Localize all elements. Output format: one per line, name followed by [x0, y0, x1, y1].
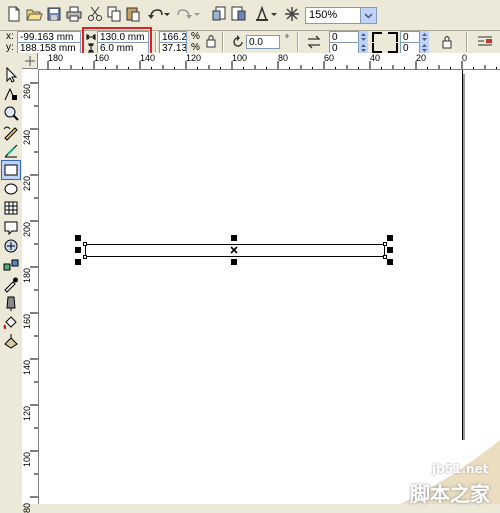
rotate-icon: [231, 35, 245, 49]
center-marker-icon[interactable]: [230, 246, 238, 254]
watermark-site: jb51.net: [432, 462, 489, 476]
corner-bottom-right-icon: [388, 43, 398, 53]
watermark-corner: jb51.net 脚本之家: [380, 440, 500, 506]
selection-handle-middle-right[interactable]: [387, 247, 393, 253]
hruler-label: 140: [140, 53, 156, 63]
watermark-text: 脚本之家: [410, 482, 490, 506]
zoom-level-select[interactable]: 150%: [305, 7, 377, 24]
cut-icon[interactable]: [85, 4, 105, 24]
export-icon[interactable]: [229, 4, 249, 24]
vruler-label: 200: [22, 221, 32, 237]
horizontal-ruler[interactable]: 180 160 140 120 100 80 60 40 20 0: [38, 53, 500, 70]
standard-toolbar: 150%: [0, 0, 500, 31]
selection-handle-top-right[interactable]: [387, 235, 393, 241]
vertical-ruler[interactable]: 260 240 220 200 180 160 140 120 100 80: [22, 69, 39, 513]
vruler-label: 220: [22, 175, 32, 191]
selection-handle-top-middle[interactable]: [231, 235, 237, 241]
new-document-icon[interactable]: [4, 4, 24, 24]
application-launcher-icon[interactable]: [252, 4, 272, 24]
text-tool-icon[interactable]: [2, 237, 20, 255]
page-shadow: [463, 74, 465, 440]
corner-node[interactable]: [83, 242, 87, 246]
vruler-label: 80: [22, 502, 32, 513]
rectangle-tool-icon[interactable]: [1, 160, 21, 180]
vruler-label: 260: [22, 83, 32, 99]
interactive-fill-tool-icon[interactable]: [2, 332, 20, 350]
vruler-label: 120: [22, 405, 32, 421]
zoom-tool-icon[interactable]: [2, 104, 20, 122]
vruler-label: 240: [22, 129, 32, 145]
undo-dropdown-icon[interactable]: [163, 4, 171, 24]
fill-tool-icon[interactable]: [2, 313, 20, 331]
hruler-label: 0: [462, 53, 468, 63]
freehand-tool-icon[interactable]: [2, 123, 20, 141]
selection-handle-bottom-middle[interactable]: [231, 259, 237, 265]
pick-tool-icon[interactable]: [2, 66, 20, 84]
vruler-label: 180: [22, 267, 32, 283]
lock-ratio-icon[interactable]: [205, 34, 217, 48]
mirror-icon[interactable]: [306, 33, 322, 51]
vruler-label: 160: [22, 313, 32, 329]
selection-handle-bottom-left[interactable]: [75, 259, 81, 265]
hruler-label: 160: [94, 53, 110, 63]
smart-fill-tool-icon[interactable]: [2, 142, 20, 160]
launcher-dropdown-icon[interactable]: [270, 4, 278, 24]
import-icon[interactable]: [209, 4, 229, 24]
hruler-label: 40: [370, 53, 381, 63]
chevron-down-icon[interactable]: [360, 8, 376, 23]
selection-handle-top-left[interactable]: [75, 235, 81, 241]
toolbox: [0, 53, 23, 504]
shape-tool-icon[interactable]: [2, 85, 20, 103]
interactive-blend-tool-icon[interactable]: [2, 256, 20, 274]
hruler-label: 60: [324, 53, 335, 63]
property-bar: x: -99.163 mm y: 188.158 mm 130.0 mm 6.0…: [0, 27, 500, 74]
outline-tool-icon[interactable]: [2, 294, 20, 312]
corner-top-right-icon: [388, 32, 398, 42]
rotation-degree: °: [285, 34, 289, 45]
corner-node[interactable]: [383, 242, 387, 246]
corner-bottom-left-icon: [372, 43, 382, 53]
zoom-level-value: 150%: [309, 9, 338, 21]
vruler-label: 100: [22, 451, 32, 467]
hruler-label: 100: [232, 53, 248, 63]
selection-handle-middle-left[interactable]: [75, 247, 81, 253]
eyedropper-tool-icon[interactable]: [2, 275, 20, 293]
redo-icon: [174, 4, 194, 24]
redo-dropdown-icon: [193, 4, 201, 24]
polygon-tool-icon[interactable]: [2, 199, 20, 217]
wrap-text-icon[interactable]: [476, 34, 494, 50]
save-icon[interactable]: [44, 4, 64, 24]
print-icon[interactable]: [64, 4, 84, 24]
rotation-field[interactable]: 0.0: [246, 35, 280, 49]
hruler-label: 80: [278, 53, 289, 63]
basic-shapes-tool-icon[interactable]: [2, 218, 20, 236]
corner-node[interactable]: [83, 255, 87, 259]
ruler-corner[interactable]: [22, 53, 38, 69]
open-folder-icon[interactable]: [24, 4, 44, 24]
copy-icon[interactable]: [104, 4, 124, 24]
drawing-canvas[interactable]: [39, 70, 500, 504]
hruler-label: 120: [186, 53, 202, 63]
corner-top-left-icon: [372, 32, 382, 42]
selection-handle-bottom-right[interactable]: [387, 259, 393, 265]
paste-icon[interactable]: [123, 4, 143, 24]
hruler-label: 180: [48, 53, 64, 63]
round-corners-lock-icon[interactable]: [442, 35, 452, 49]
welcome-screen-icon[interactable]: [282, 4, 302, 24]
vruler-label: 140: [22, 359, 32, 375]
hruler-label: 20: [416, 53, 427, 63]
ellipse-tool-icon[interactable]: [2, 180, 20, 198]
